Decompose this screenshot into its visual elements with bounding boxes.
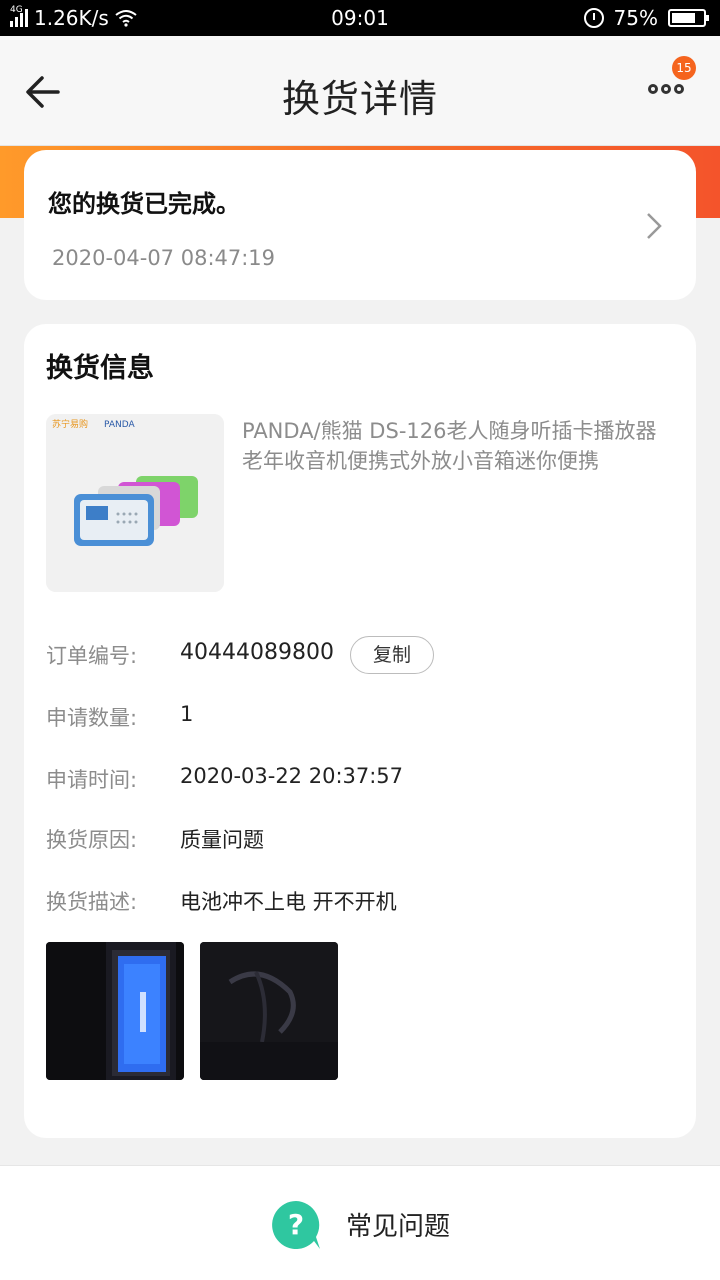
quantity-value: 1 xyxy=(180,702,194,726)
battery-icon xyxy=(668,9,709,27)
exchange-status-card[interactable]: 您的换货已完成。 2020-04-07 08:47:19 xyxy=(24,150,696,300)
exchange-info-card: 换货信息 苏宁易购 PANDA PANDA/熊猫 DS-126老人随身听插卡播放… xyxy=(24,324,696,1138)
chevron-right-icon xyxy=(647,213,662,239)
svg-text:PANDA: PANDA xyxy=(104,420,136,430)
faq-label: 常见问题 xyxy=(346,1212,451,1242)
field-label: 申请时间: xyxy=(46,768,138,792)
field-label: 申请数量: xyxy=(46,706,138,730)
field-label: 换货描述: xyxy=(46,890,138,914)
notification-badge: 15 xyxy=(672,56,696,80)
attachment-photo[interactable] xyxy=(46,942,184,1080)
product-image[interactable]: 苏宁易购 PANDA xyxy=(46,414,224,592)
more-menu-button[interactable]: 15 xyxy=(640,56,696,116)
product-name[interactable]: PANDA/熊猫 DS-126老人随身听插卡播放器老年收音机便携式外放小音箱迷你… xyxy=(242,416,662,476)
status-message: 您的换货已完成。 xyxy=(48,190,240,218)
svg-text:苏宁易购: 苏宁易购 xyxy=(52,418,88,430)
attachment-photo[interactable] xyxy=(200,942,338,1080)
apply-time-value: 2020-03-22 20:37:57 xyxy=(180,764,404,788)
faq-bar[interactable]: ? 常见问题 xyxy=(0,1165,720,1280)
field-label: 换货原因: xyxy=(46,828,138,852)
battery-percent: 75% xyxy=(613,6,658,30)
more-dots-icon xyxy=(648,84,684,94)
svg-text:?: ? xyxy=(288,1208,304,1241)
question-icon: ? xyxy=(272,1201,320,1249)
radio-product-picture: 苏宁易购 PANDA xyxy=(46,414,224,592)
device-screen-photo xyxy=(46,942,184,1080)
field-label: 订单编号: xyxy=(46,644,138,668)
page-title: 换货详情 xyxy=(281,77,438,121)
status-timestamp: 2020-04-07 08:47:19 xyxy=(52,246,276,270)
app-header: 换货详情 15 xyxy=(0,36,720,146)
alarm-icon xyxy=(583,8,604,28)
status-bar: 4G 1.26K/s 09:01 75% xyxy=(0,0,720,36)
section-title: 换货信息 xyxy=(46,353,154,384)
copy-order-number-button[interactable]: 复制 xyxy=(350,636,434,674)
reason-value: 质量问题 xyxy=(180,828,264,852)
order-number: 40444089800 xyxy=(180,640,334,665)
dark-interior-photo xyxy=(200,942,338,1080)
description-value: 电池冲不上电 开不开机 xyxy=(180,890,397,914)
